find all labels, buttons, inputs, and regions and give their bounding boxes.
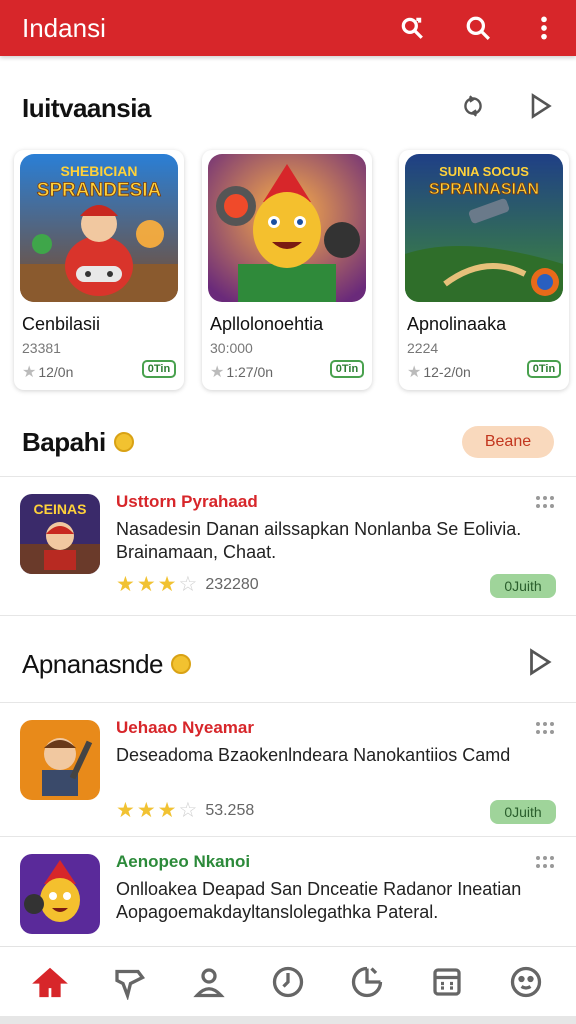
section-header: Apnanasnde	[0, 644, 576, 684]
item-badge[interactable]: 0Juith	[490, 800, 556, 824]
game-art	[208, 154, 366, 302]
card-subtitle: 23381	[22, 340, 61, 356]
search-icon[interactable]	[464, 14, 492, 42]
section-action-button[interactable]: Beane	[462, 426, 554, 458]
rating-count: 53.258	[205, 801, 255, 819]
star-icon: ★	[210, 364, 225, 381]
stats-icon[interactable]	[347, 962, 387, 1002]
star-icon: ★	[22, 364, 37, 381]
game-thumbnail	[20, 720, 100, 800]
refresh-search-icon[interactable]	[398, 14, 426, 42]
card-name: Apnolinaaka	[407, 314, 507, 334]
star-icon: ★	[157, 573, 177, 596]
rating-count: 232280	[205, 575, 259, 593]
card-meta-text: 12/0n	[38, 364, 74, 380]
list-item[interactable]: Uehaao Nyeamar Deseadoma Bzaokenlndeara …	[0, 702, 576, 832]
home-icon[interactable]	[30, 962, 70, 1002]
featured-card[interactable]: Apllolonoehtia 30:000 ★ 1:27/0n 0Tin	[202, 150, 372, 390]
system-bar	[0, 1016, 576, 1024]
star-icon: ★	[407, 364, 422, 381]
card-name: Apllolonoehtia	[210, 314, 324, 334]
play-arrow-icon[interactable]	[526, 92, 554, 125]
art-kicker: SHEBICIAN	[60, 163, 137, 179]
game-thumbnail: CEINAS	[20, 494, 100, 574]
card-name: Cenbilasii	[22, 314, 101, 334]
emoji-icon[interactable]	[506, 962, 546, 1002]
card-meta: ★ 12-2/0n	[407, 362, 471, 382]
art-title: SPRAINASIAN	[429, 181, 539, 198]
drag-handle-icon[interactable]	[536, 722, 554, 740]
card-badge: 0Tin	[142, 360, 176, 378]
section-title: Apnanasnde	[22, 648, 164, 679]
bottom-navigation	[0, 946, 576, 1016]
section-header: Bapahi Beane	[0, 422, 576, 462]
item-name: Aenopeo Nkanoi	[116, 852, 251, 871]
star-icon: ★	[116, 799, 135, 822]
section-title: Bapahi	[22, 426, 106, 457]
card-meta-text: 12-2/0n	[423, 364, 471, 380]
app-title: Indansi	[22, 12, 106, 43]
list-item[interactable]: Aenopeo Nkanoi Onlloakea Deapad San Dnce…	[0, 836, 576, 946]
star-icon: ★	[116, 573, 135, 596]
game-art: SUNIA SOCUS SPRAINASIAN	[405, 154, 563, 302]
art-kicker: SUNIA SOCUS	[439, 164, 529, 179]
profile-icon[interactable]	[189, 962, 229, 1002]
item-description: Nasadesin Danan ailssapkan Nonlanba Se E…	[116, 519, 522, 562]
item-rating: ★ ★ ★ ☆ 53.258	[116, 798, 254, 823]
star-empty-icon: ☆	[178, 799, 198, 822]
featured-title: Iuitvaansia	[22, 92, 151, 123]
coin-icon	[113, 432, 134, 452]
item-badge[interactable]: 0Juith	[490, 574, 556, 598]
featured-card[interactable]: SHEBICIAN SPRANDESIA Cenbilasii 23381 ★ 1…	[14, 150, 184, 390]
item-description: Deseadoma Bzaokenlndeara Nanokantiios Ca…	[116, 745, 511, 765]
featured-card[interactable]: SUNIA SOCUS SPRAINASIAN Apnolinaaka 2224…	[399, 150, 569, 390]
star-empty-icon: ☆	[178, 573, 198, 596]
card-badge: 0Tin	[527, 360, 561, 378]
divider	[0, 615, 576, 616]
sync-icon[interactable]	[460, 93, 486, 124]
drag-handle-icon[interactable]	[536, 856, 554, 874]
card-subtitle: 30:000	[210, 340, 253, 356]
clock-icon[interactable]	[268, 962, 308, 1002]
star-icon: ★	[157, 799, 177, 822]
play-arrow-icon[interactable]	[524, 647, 554, 682]
item-name: Usttorn Pyrahaad	[116, 492, 258, 511]
featured-header: Iuitvaansia	[0, 90, 576, 126]
thumb-label: CEINAS	[34, 501, 87, 517]
item-description: Onlloakea Deapad San Dnceatie Radanor In…	[116, 879, 522, 922]
art-title: SPRANDESIA	[37, 180, 162, 201]
star-icon: ★	[136, 799, 156, 822]
item-name: Uehaao Nyeamar	[116, 718, 254, 737]
card-subtitle: 2224	[407, 340, 439, 356]
drag-handle-icon[interactable]	[536, 496, 554, 514]
calendar-icon[interactable]	[427, 962, 467, 1002]
more-vert-icon[interactable]	[530, 14, 558, 42]
game-art: SHEBICIAN SPRANDESIA	[20, 154, 178, 302]
item-rating: ★ ★ ★ ☆ 232280	[116, 572, 259, 597]
card-meta-text: 1:27/0n	[226, 364, 274, 380]
list-item[interactable]: CEINAS Usttorn Pyrahaad Nasadesin Danan …	[0, 476, 576, 606]
star-icon: ★	[136, 573, 156, 596]
card-badge: 0Tin	[330, 360, 364, 378]
card-meta: ★ 12/0n	[22, 362, 73, 382]
coin-icon	[171, 654, 192, 674]
card-meta: ★ 1:27/0n	[210, 362, 273, 382]
tag-icon[interactable]	[109, 962, 149, 1002]
app-bar: Indansi	[0, 0, 576, 56]
game-thumbnail	[20, 854, 100, 934]
